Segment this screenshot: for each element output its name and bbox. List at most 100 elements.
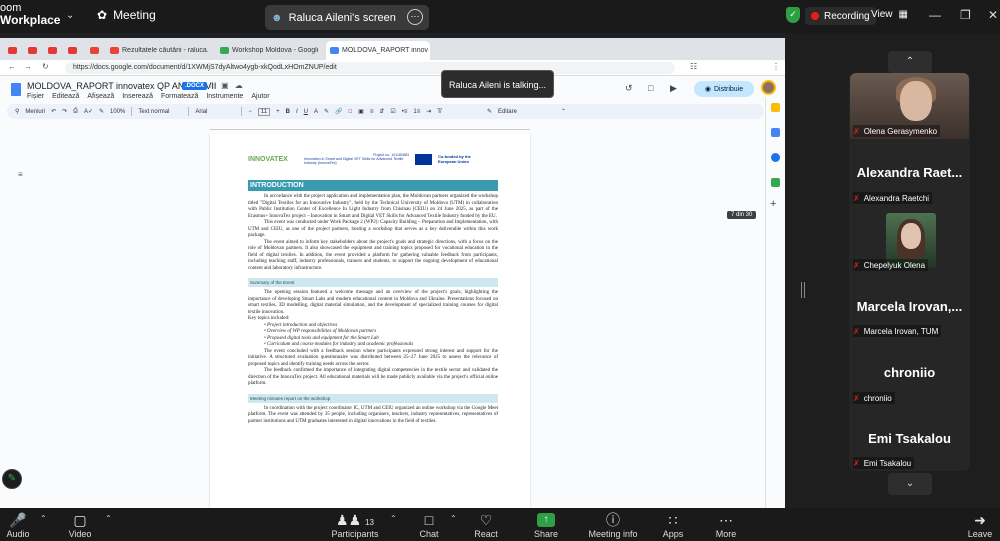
audio-options-chevron-icon[interactable]: ⌃	[36, 511, 47, 541]
leave-button[interactable]: ➜ Leave	[964, 511, 996, 541]
video-options-chevron-icon[interactable]: ⌃	[101, 511, 112, 541]
more-button[interactable]: ⋯ More	[710, 511, 742, 541]
recording-indicator[interactable]: Recording	[805, 7, 876, 25]
checklist-icon[interactable]: ☑	[390, 108, 395, 115]
plus-icon[interactable]: +	[276, 109, 280, 115]
menu-format[interactable]: Formatează	[161, 93, 198, 100]
keep-icon[interactable]	[771, 103, 780, 112]
search-icon[interactable]: ⚲	[15, 108, 19, 115]
outline-icon[interactable]: ≡	[18, 170, 23, 179]
minimize-icon[interactable]: —	[929, 8, 941, 22]
tab-yt-2[interactable]	[24, 41, 38, 60]
bullets-icon[interactable]: •≡	[402, 109, 408, 115]
browser-menu-icon[interactable]: ⋮	[772, 62, 780, 71]
screen-share-tab[interactable]: ☻ Raluca Aileni's screen ⋯	[265, 5, 429, 30]
meeting-button[interactable]: ✿ Meeting	[97, 8, 156, 22]
undo-icon[interactable]: ↶	[51, 108, 56, 115]
cloud-icon[interactable]: ☁	[235, 81, 243, 90]
tab-drive[interactable]: Workshop Moldova - Google D	[216, 41, 320, 60]
docs-logo-icon[interactable]	[11, 83, 21, 96]
menu-file[interactable]: Fișier	[27, 93, 44, 100]
underline-icon[interactable]: U	[304, 109, 308, 115]
view-button[interactable]: View ▦	[871, 9, 908, 20]
indent-icon[interactable]: ⇥	[426, 108, 431, 115]
maps-icon[interactable]	[771, 178, 780, 187]
more-dots-icon[interactable]: ⋯	[407, 9, 423, 25]
participants-chevron-icon[interactable]: ⌃	[386, 511, 397, 541]
spellcheck-icon[interactable]: A✓	[84, 108, 93, 115]
url-field[interactable]: https://docs.google.com/document/d/1XWMj…	[65, 62, 675, 74]
numbered-list-icon[interactable]: 1≡	[413, 109, 420, 115]
reload-icon[interactable]: ↻	[42, 62, 49, 71]
annotate-pen-icon[interactable]: ✎	[2, 469, 22, 489]
font-select[interactable]: Arial	[195, 109, 235, 115]
react-button[interactable]: ♡ React	[470, 511, 502, 541]
tab-yt-1[interactable]	[4, 41, 18, 60]
participants-button[interactable]: ♟♟ 13 Participants	[330, 511, 380, 541]
mic-off-icon: 🎤	[9, 512, 27, 528]
gallery-up-arrow[interactable]: ⌃	[888, 51, 932, 73]
clear-format-icon[interactable]: T̸	[437, 109, 441, 115]
comment-icon[interactable]: □	[648, 83, 653, 93]
chat-button[interactable]: □ Chat	[413, 511, 445, 541]
history-icon[interactable]: ↺	[625, 83, 633, 94]
document-canvas[interactable]: ≡ INNOVATEX Project no. 101182883 Innova…	[0, 134, 765, 508]
chat-chevron-icon[interactable]: ⌃	[446, 511, 457, 541]
collapse-icon[interactable]: ⌃	[561, 108, 566, 115]
tab-yt-4[interactable]	[64, 41, 78, 60]
restore-icon[interactable]: ❐	[960, 8, 971, 22]
text-color-icon[interactable]: A	[314, 109, 318, 115]
shield-check-icon[interactable]: ✓	[786, 7, 800, 23]
toolbar-divider	[188, 107, 190, 116]
style-select[interactable]: Text normal	[138, 109, 182, 115]
tab-search-results[interactable]: Rezultatele căutării - raluca.ma	[106, 41, 210, 60]
font-size-input[interactable]: 11	[257, 107, 271, 116]
bold-icon[interactable]: B	[286, 109, 290, 115]
file-type-badge: .DOCX	[182, 82, 208, 90]
italic-icon[interactable]: I	[296, 109, 298, 115]
image-icon[interactable]: ▣	[358, 108, 364, 115]
redo-icon[interactable]: ↷	[62, 108, 67, 115]
back-icon[interactable]: ←	[8, 62, 16, 71]
share-screen-button[interactable]: ↑ Share	[530, 511, 562, 541]
zoom-select[interactable]: 100%	[110, 109, 125, 115]
menu-tools[interactable]: Instrumente	[206, 93, 243, 100]
tab-docs-active[interactable]: MOLDOVA_RAPORT innovatex	[326, 41, 430, 60]
panel-splitter[interactable]	[801, 282, 805, 298]
line-spacing-icon[interactable]: ⇵	[379, 108, 384, 115]
menu-insert[interactable]: Inserează	[122, 93, 153, 100]
tasks-icon[interactable]	[771, 128, 780, 137]
document-page[interactable]: INNOVATEX Project no. 101182883 Innovati…	[210, 134, 530, 508]
star-icon[interactable]: ☆	[208, 81, 215, 90]
meeting-info-button[interactable]: ⓘ Meeting info	[587, 511, 639, 541]
audio-button[interactable]: 🎤 Audio	[2, 511, 34, 541]
apps-button[interactable]: ∷ Apps	[657, 511, 689, 541]
align-icon[interactable]: ≡	[370, 109, 374, 115]
highlight-icon[interactable]: ✎	[324, 108, 329, 115]
ruler[interactable]	[210, 123, 530, 130]
user-avatar[interactable]	[761, 80, 776, 95]
menu-view[interactable]: Afișează	[87, 93, 114, 100]
print-icon[interactable]: ⎙	[73, 108, 78, 115]
add-comment-icon[interactable]: □	[349, 109, 353, 115]
link-icon[interactable]: 🔗	[335, 108, 342, 115]
menu-edit[interactable]: Editează	[52, 93, 79, 100]
move-folder-icon[interactable]: ▣	[221, 81, 229, 90]
video-button[interactable]: ▢ Video	[64, 511, 96, 541]
tab-yt-3[interactable]	[44, 41, 58, 60]
close-icon[interactable]: ✕	[988, 8, 998, 22]
paint-format-icon[interactable]: ✎	[99, 108, 104, 115]
meet-icon[interactable]: ▶	[670, 83, 677, 94]
editing-mode-select[interactable]: Editare	[498, 109, 517, 115]
add-addon-icon[interactable]: +	[770, 198, 776, 210]
extensions-icon[interactable]: ☷	[690, 62, 697, 71]
contacts-icon[interactable]	[771, 153, 780, 162]
tab-mail[interactable]	[86, 41, 100, 60]
forward-icon[interactable]: →	[24, 62, 32, 71]
menus-search[interactable]: Meniuri	[25, 109, 45, 115]
share-docs-button[interactable]: ◉ Distribuie	[694, 81, 754, 97]
menu-help[interactable]: Ajutor	[251, 93, 269, 100]
minus-icon[interactable]: −	[248, 109, 252, 115]
gallery-down-arrow[interactable]: ⌄	[888, 473, 932, 495]
chevron-down-icon[interactable]: ⌄	[66, 10, 74, 21]
